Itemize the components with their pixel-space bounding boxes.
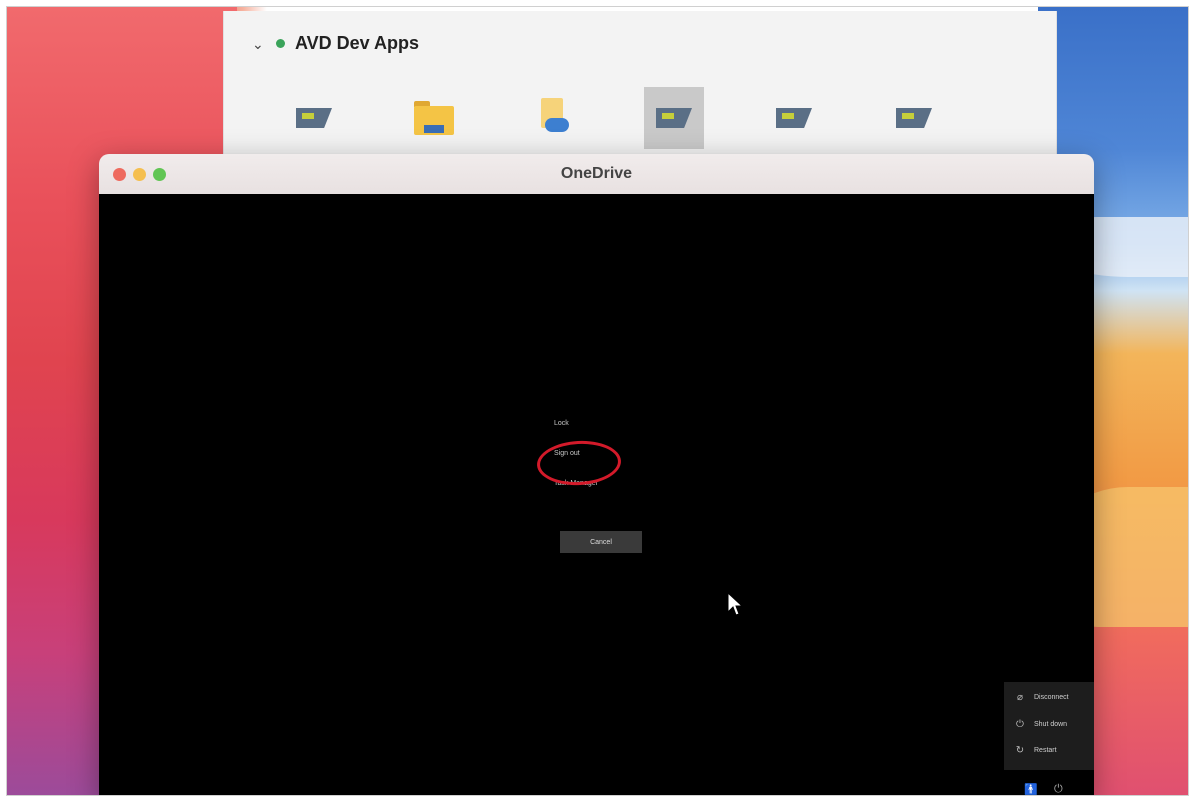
app-tile[interactable] bbox=[884, 87, 944, 149]
remote-desktop-icon bbox=[776, 108, 812, 128]
power-icon: ⏻ bbox=[1016, 719, 1024, 730]
app-tile[interactable] bbox=[404, 87, 464, 149]
app-tile-selected[interactable] bbox=[644, 87, 704, 157]
onedrive-window: OneDrive Lock Sign out Task Manager Canc… bbox=[99, 154, 1094, 795]
screenshot-frame: ⌄ AVD Dev Apps OneDrive Lock Sign out Ta… bbox=[6, 6, 1189, 796]
remote-session-screen[interactable]: Lock Sign out Task Manager Cancel ⌀ Disc… bbox=[99, 194, 1094, 795]
cancel-button[interactable]: Cancel bbox=[560, 531, 642, 553]
sign-out-highlight-annotation bbox=[535, 438, 623, 488]
app-tile[interactable] bbox=[284, 87, 344, 149]
shut-down-option[interactable]: ⏻ Shut down bbox=[1014, 719, 1067, 730]
accessibility-icon[interactable]: 🚹 bbox=[1024, 783, 1038, 795]
status-dot bbox=[276, 39, 285, 48]
workspace-title: AVD Dev Apps bbox=[295, 33, 420, 53]
restart-icon: ↻ bbox=[1015, 745, 1025, 756]
power-button-icon[interactable]: ⏻ bbox=[1054, 783, 1063, 795]
app-tile[interactable] bbox=[764, 87, 824, 149]
shut-down-label: Shut down bbox=[1034, 721, 1068, 728]
window-title: OneDrive bbox=[560, 165, 633, 182]
remote-desktop-icon bbox=[296, 108, 332, 128]
disconnect-label: Disconnect bbox=[1034, 694, 1069, 701]
disconnect-icon: ⌀ bbox=[1016, 692, 1024, 703]
workspace-panel: ⌄ AVD Dev Apps bbox=[223, 11, 1057, 171]
onedrive-document-icon bbox=[537, 98, 571, 138]
remote-desktop-icon bbox=[656, 108, 692, 128]
window-titlebar[interactable]: OneDrive bbox=[99, 154, 1094, 195]
mouse-cursor-icon bbox=[727, 592, 743, 616]
workspace-header[interactable]: ⌄ AVD Dev Apps bbox=[252, 33, 419, 54]
lock-option[interactable]: Lock bbox=[554, 420, 569, 427]
workspace-app-list bbox=[284, 87, 944, 157]
disconnect-option[interactable]: ⌀ Disconnect bbox=[1014, 692, 1069, 703]
restart-label: Restart bbox=[1034, 747, 1057, 754]
restart-option[interactable]: ↻ Restart bbox=[1014, 745, 1057, 756]
chevron-down-icon[interactable]: ⌄ bbox=[252, 37, 266, 51]
power-menu: ⌀ Disconnect ⏻ Shut down ↻ Restart bbox=[1004, 682, 1094, 770]
folder-icon bbox=[414, 101, 454, 135]
remote-desktop-icon bbox=[896, 108, 932, 128]
app-tile[interactable] bbox=[524, 87, 584, 149]
